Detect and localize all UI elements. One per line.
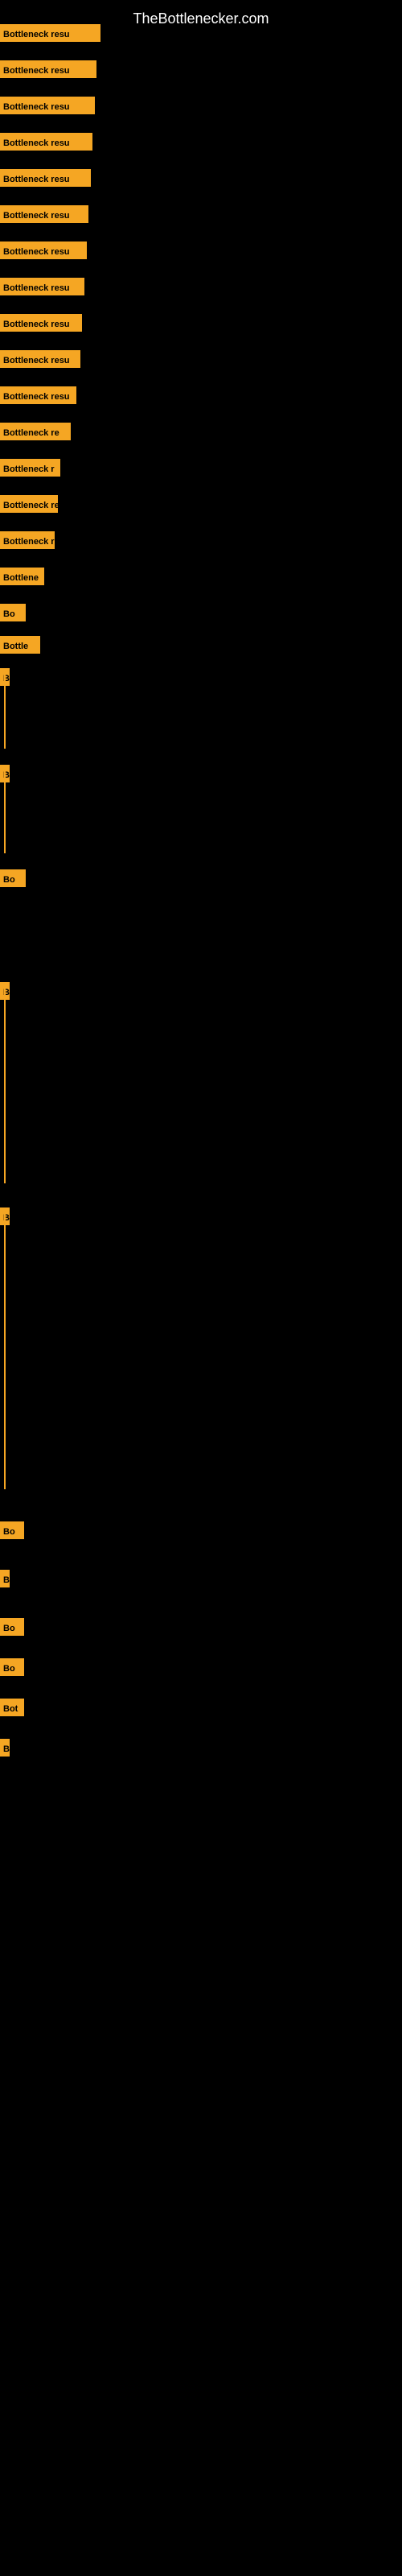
bar-label: Bo xyxy=(0,869,26,887)
vertical-line xyxy=(4,982,6,1183)
bar-label: Bottleneck resu xyxy=(0,350,80,368)
bar-label: B xyxy=(0,1739,10,1757)
bar-item: Bottle xyxy=(0,636,40,658)
bar-item: Bo xyxy=(0,869,26,891)
bar-item: Bottleneck resu xyxy=(0,97,95,118)
bar-label: Bottleneck resu xyxy=(0,242,87,259)
bar-label: Bottleneck re xyxy=(0,495,58,513)
bar-label: Bottleneck resu xyxy=(0,386,76,404)
bar-item: B xyxy=(0,1739,10,1761)
bar-item: Bottleneck resu xyxy=(0,242,87,263)
bar-label: Bottleneck resu xyxy=(0,205,88,223)
bar-label: Bottleneck r xyxy=(0,459,60,477)
bar-item: Bottleneck resu xyxy=(0,133,92,155)
bar-item: Bottleneck resu xyxy=(0,314,82,336)
bar-label: Bo xyxy=(0,604,26,621)
bar-label: B xyxy=(0,1570,10,1587)
bar-item: Bo xyxy=(0,1521,24,1543)
bar-label: Bottle xyxy=(0,636,40,654)
bar-label: Bo xyxy=(0,1521,24,1539)
bar-item: Bottleneck resu xyxy=(0,24,100,46)
bar-item: Bottleneck resu xyxy=(0,386,76,408)
bar-item: Bottleneck resu xyxy=(0,278,84,299)
bar-item: Bottleneck re xyxy=(0,423,71,444)
bar-item: Bottlene xyxy=(0,568,44,589)
bar-label: Bottlene xyxy=(0,568,44,585)
bar-item: Bottleneck resu xyxy=(0,60,96,82)
bar-item: Bottleneck resu xyxy=(0,169,91,191)
vertical-line xyxy=(4,668,6,749)
vertical-line xyxy=(4,1208,6,1489)
bar-item: Bottleneck r xyxy=(0,459,60,481)
bar-item: Bottleneck r xyxy=(0,531,55,553)
bar-label: Bottleneck resu xyxy=(0,169,91,187)
bar-item: Bo xyxy=(0,604,26,625)
bar-item: Bot xyxy=(0,1699,24,1720)
bar-label: Bottleneck resu xyxy=(0,314,82,332)
bar-item: Bottleneck resu xyxy=(0,205,88,227)
bar-label: Bottleneck resu xyxy=(0,278,84,295)
bar-label: Bottleneck resu xyxy=(0,97,95,114)
bar-label: Bottleneck resu xyxy=(0,60,96,78)
bar-item: B xyxy=(0,1570,10,1591)
bar-item: Bottleneck re xyxy=(0,495,58,517)
bar-label: Bottleneck re xyxy=(0,423,71,440)
bar-label: Bo xyxy=(0,1658,24,1676)
bar-label: Bottleneck resu xyxy=(0,24,100,42)
bar-item: Bo xyxy=(0,1618,24,1640)
bar-label: Bottleneck r xyxy=(0,531,55,549)
bar-label: Bo xyxy=(0,1618,24,1636)
bar-label: Bottleneck resu xyxy=(0,133,92,151)
bar-item: Bo xyxy=(0,1658,24,1680)
vertical-line xyxy=(4,765,6,853)
bar-item: Bottleneck resu xyxy=(0,350,80,372)
bar-label: Bot xyxy=(0,1699,24,1716)
